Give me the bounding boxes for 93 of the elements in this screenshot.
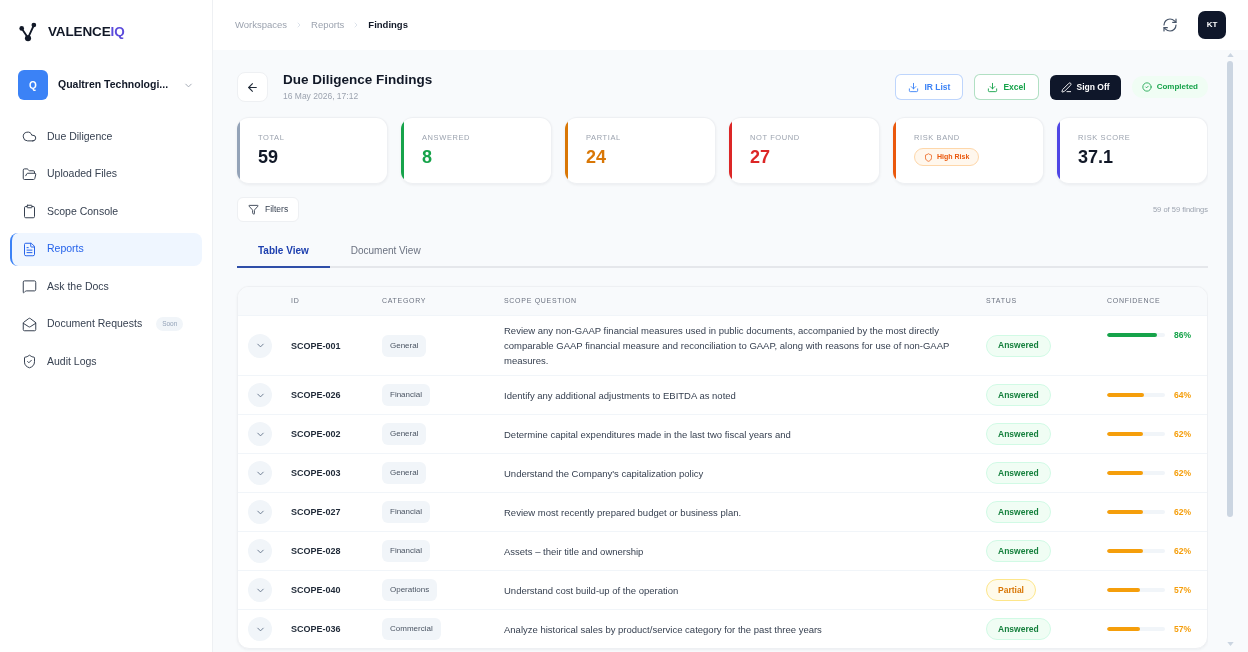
completed-status: Completed — [1131, 76, 1208, 98]
expand-row-button[interactable] — [248, 617, 272, 641]
nav-item[interactable]: Ask the Docs — [10, 270, 202, 304]
nav-item[interactable]: Due Diligence — [10, 120, 202, 154]
finding-id: SCOPE-003 — [291, 467, 341, 479]
nav-item[interactable]: Scope Console — [10, 195, 202, 229]
view-tab[interactable]: Table View — [237, 235, 330, 268]
folder-icon — [22, 166, 37, 182]
document-icon — [22, 241, 37, 257]
stat-value: 8 — [422, 146, 433, 168]
confidence-reading: 86% — [1174, 329, 1191, 341]
refresh-icon[interactable] — [1162, 17, 1178, 33]
pen-icon — [1060, 81, 1072, 93]
scope-question: Analyze historical sales by product/service category for the past three years — [504, 622, 823, 637]
scope-question: Review most recently prepared budget or business plan. — [504, 505, 743, 520]
status-badge: Answered — [986, 501, 1051, 523]
finding-id: SCOPE-028 — [291, 545, 341, 557]
expand-row-button[interactable] — [248, 461, 272, 485]
stat-value: 37.1 — [1078, 146, 1115, 168]
scope-question: Determine capital expenditures made in the last two fiscal years and — [504, 427, 792, 442]
stat-value: 59 — [258, 146, 280, 168]
confidence-reading: 62% — [1174, 467, 1191, 479]
scope-question: Assets – their title and ownership — [504, 544, 645, 559]
expand-row-button[interactable] — [248, 383, 272, 407]
finding-id: SCOPE-001 — [291, 339, 341, 352]
status-badge: Answered — [986, 423, 1051, 445]
finding-id: SCOPE-027 — [291, 506, 341, 518]
confidence-reading: 57% — [1174, 623, 1191, 635]
envelope-icon — [22, 316, 37, 332]
confidence-reading: 64% — [1174, 389, 1191, 401]
expand-row-button[interactable] — [248, 500, 272, 524]
scroll-down-icon[interactable] — [1226, 642, 1234, 646]
category-tag: General — [382, 423, 427, 445]
status-badge: Answered — [986, 384, 1051, 406]
page-title: Due Diligence Findings — [283, 72, 433, 88]
scope-question: Identify any additional adjustments to EBITDA as noted — [504, 388, 737, 403]
scope-question: Review any non-GAAP financial measures used in public documents, accompanied by the most directly comparable GAAP financial measure and reconciliation to GAAP, along with reasons for use of non-GAAP measures. — [504, 324, 951, 368]
scope-question: Understand cost build-up of the operation — [504, 583, 680, 598]
finding-id: SCOPE-002 — [291, 428, 341, 440]
confidence-reading: 62% — [1174, 428, 1191, 440]
finding-id: SCOPE-040 — [291, 584, 341, 596]
logo-icon — [19, 22, 37, 43]
expand-row-button[interactable] — [248, 422, 272, 446]
clipboard-icon — [22, 204, 37, 220]
sign-off-button[interactable]: Sign Off — [1049, 74, 1121, 100]
brand-wordmark: VALENCEIQ — [48, 23, 125, 41]
shield-icon — [22, 354, 37, 370]
breadcrumb-link[interactable]: Findings — [368, 17, 408, 33]
expand-row-button[interactable] — [248, 333, 272, 358]
status-badge: Partial — [986, 579, 1036, 601]
status-badge: Answered — [986, 618, 1051, 640]
status-badge: Answered — [986, 540, 1051, 562]
expand-row-button[interactable] — [248, 578, 272, 602]
scroll-up-icon[interactable] — [1226, 53, 1234, 57]
download-icon — [987, 81, 999, 93]
check-circle-icon — [1141, 82, 1152, 92]
shield-icon — [924, 152, 933, 162]
confidence-reading: 62% — [1174, 506, 1191, 518]
nav-item[interactable]: Uploaded Files — [10, 157, 202, 191]
view-tab[interactable]: Document View — [329, 235, 442, 268]
page-date: 16 May 2026, 17:12 — [283, 91, 360, 102]
expand-row-button[interactable] — [248, 539, 272, 563]
chat-bubble-icon — [22, 279, 37, 295]
category-tag: General — [382, 334, 427, 357]
arrow-left-icon — [246, 80, 259, 94]
confidence-reading: 62% — [1174, 545, 1191, 557]
category-tag: Financial — [382, 540, 430, 562]
workspace-initial: Q — [18, 70, 48, 101]
user-avatar[interactable]: KT — [1198, 11, 1226, 39]
finding-id: SCOPE-026 — [291, 389, 341, 401]
filter-icon — [248, 204, 259, 215]
category-tag: Operations — [382, 579, 438, 601]
stat-value: 27 — [750, 146, 772, 168]
category-tag: Financial — [382, 501, 430, 523]
back-button[interactable] — [237, 72, 268, 102]
finding-id: SCOPE-036 — [291, 623, 341, 635]
category-tag: Financial — [382, 384, 430, 406]
status-badge: Answered — [986, 462, 1051, 484]
category-tag: General — [382, 462, 427, 484]
stat-value: 24 — [586, 146, 608, 168]
filters-button[interactable]: Filters — [237, 197, 300, 222]
confidence-reading: 57% — [1174, 584, 1191, 596]
cloud-icon — [22, 129, 37, 145]
scrollbar-thumb[interactable] — [1227, 61, 1233, 517]
nav-item[interactable]: Audit Logs — [10, 345, 202, 379]
download-icon — [908, 81, 920, 93]
category-tag: Commercial — [382, 618, 441, 640]
workspace-name: Qualtren Technologi... — [58, 77, 169, 93]
scope-question: Understand the Company's capitalization policy — [504, 466, 705, 481]
nav-item[interactable]: Reports — [10, 232, 202, 266]
workspace-selector[interactable]: Q Qualtren Technologi... — [18, 70, 194, 101]
status-badge: Answered — [986, 334, 1051, 357]
download-button[interactable]: IR List — [895, 74, 964, 100]
